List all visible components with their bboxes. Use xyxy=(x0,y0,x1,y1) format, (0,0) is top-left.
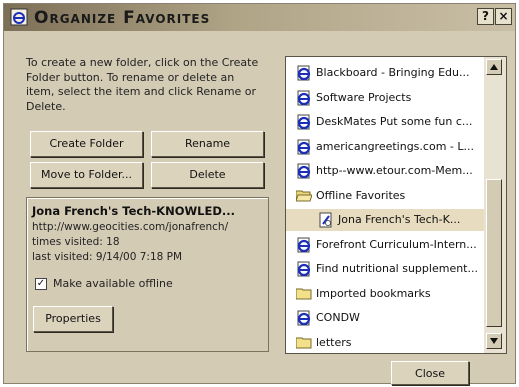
folder-icon xyxy=(296,288,312,299)
ie-page-icon xyxy=(297,139,311,154)
favorites-app-icon xyxy=(10,8,28,26)
item-details-panel: Jona French's Tech-KNOWLED... http://www… xyxy=(26,197,269,352)
ie-page-icon xyxy=(297,163,311,179)
ie-page-icon xyxy=(297,65,311,81)
tree-item[interactable]: Imported bookmarks xyxy=(286,283,486,305)
ie-page-icon xyxy=(297,114,311,130)
scroll-up-button[interactable] xyxy=(486,59,502,75)
tree-item-label: Offline Favorites xyxy=(316,188,406,202)
favorites-tree[interactable]: Blackboard - Bringing Edu... Software Pro… xyxy=(285,56,507,354)
window-title: Organize Favorites xyxy=(34,8,211,28)
ie-page-icon xyxy=(297,237,311,252)
tree-item-label: americangreetings.com - L... xyxy=(316,139,474,153)
close-button[interactable]: Close xyxy=(391,361,469,385)
make-offline-checkbox[interactable]: ✓ xyxy=(35,278,47,290)
folder-icon xyxy=(296,337,312,348)
delete-button[interactable]: Delete xyxy=(151,162,264,188)
open-folder-icon xyxy=(296,190,312,201)
tree-item-label: Software Projects xyxy=(316,90,412,104)
scroll-down-button[interactable] xyxy=(486,333,502,349)
tree-item-label: http--www.etour.com-Mem... xyxy=(316,164,473,177)
tree-item[interactable]: Blackboard - Bringing Edu... xyxy=(286,62,486,84)
ie-page-icon xyxy=(297,90,311,105)
close-window-button[interactable]: × xyxy=(495,8,512,25)
properties-button[interactable]: Properties xyxy=(33,306,113,332)
rename-button[interactable]: Rename xyxy=(151,131,264,157)
ie-page-icon xyxy=(297,310,311,326)
instructions-text: To create a new folder, click on the Cre… xyxy=(26,56,259,113)
tree-item-label: letters xyxy=(316,335,352,349)
tree-item[interactable]: CONDW xyxy=(286,307,486,329)
item-url: http://www.geocities.com/jonafrench/ xyxy=(32,221,229,233)
item-name: Jona French's Tech-KNOWLED... xyxy=(32,204,236,218)
tree-item[interactable]: Forefront Curriculum-Intern... xyxy=(286,234,486,256)
tree-item-label: CONDW xyxy=(316,311,360,324)
create-folder-button[interactable]: Create Folder xyxy=(30,131,143,157)
tree-item[interactable]: DeskMates Put some fun c... xyxy=(286,111,486,133)
tree-item[interactable]: Software Projects xyxy=(286,87,486,109)
tree-item-label: Jona French's Tech-K... xyxy=(338,213,461,226)
arrow-down-icon xyxy=(490,338,498,344)
tree-item[interactable]: Offline Favorites xyxy=(286,185,486,207)
times-visited: times visited: 18 xyxy=(32,236,120,248)
make-offline-label: Make available offline xyxy=(53,277,173,290)
organize-favorites-dialog: Organize Favorites ? × To create a new f… xyxy=(3,3,516,385)
tree-item-label: Imported bookmarks xyxy=(316,286,431,300)
tree-item-label: Find nutritional supplement... xyxy=(316,262,478,275)
move-to-folder-button[interactable]: Move to Folder... xyxy=(30,162,143,188)
tree-item[interactable]: Jona French's Tech-K... xyxy=(286,209,486,231)
tree-item[interactable]: letters xyxy=(286,332,486,354)
help-button[interactable]: ? xyxy=(477,8,494,25)
tree-item-label: DeskMates Put some fun c... xyxy=(316,115,473,128)
tree-item[interactable]: Find nutritional supplement... xyxy=(286,258,486,280)
tree-item-label: Blackboard - Bringing Edu... xyxy=(316,66,470,79)
scroll-thumb[interactable] xyxy=(486,179,502,327)
tree-item[interactable]: http--www.etour.com-Mem... xyxy=(286,160,486,182)
arrow-up-icon xyxy=(490,64,498,70)
ie-page-icon xyxy=(297,261,311,277)
tree-item-label: Forefront Curriculum-Intern... xyxy=(316,237,477,251)
offline-page-icon xyxy=(319,212,332,228)
tree-scrollbar[interactable] xyxy=(484,57,506,353)
title-bar[interactable]: Organize Favorites ? × xyxy=(4,4,515,31)
last-visited: last visited: 9/14/00 7:18 PM xyxy=(32,251,183,263)
tree-item[interactable]: americangreetings.com - L... xyxy=(286,136,486,158)
